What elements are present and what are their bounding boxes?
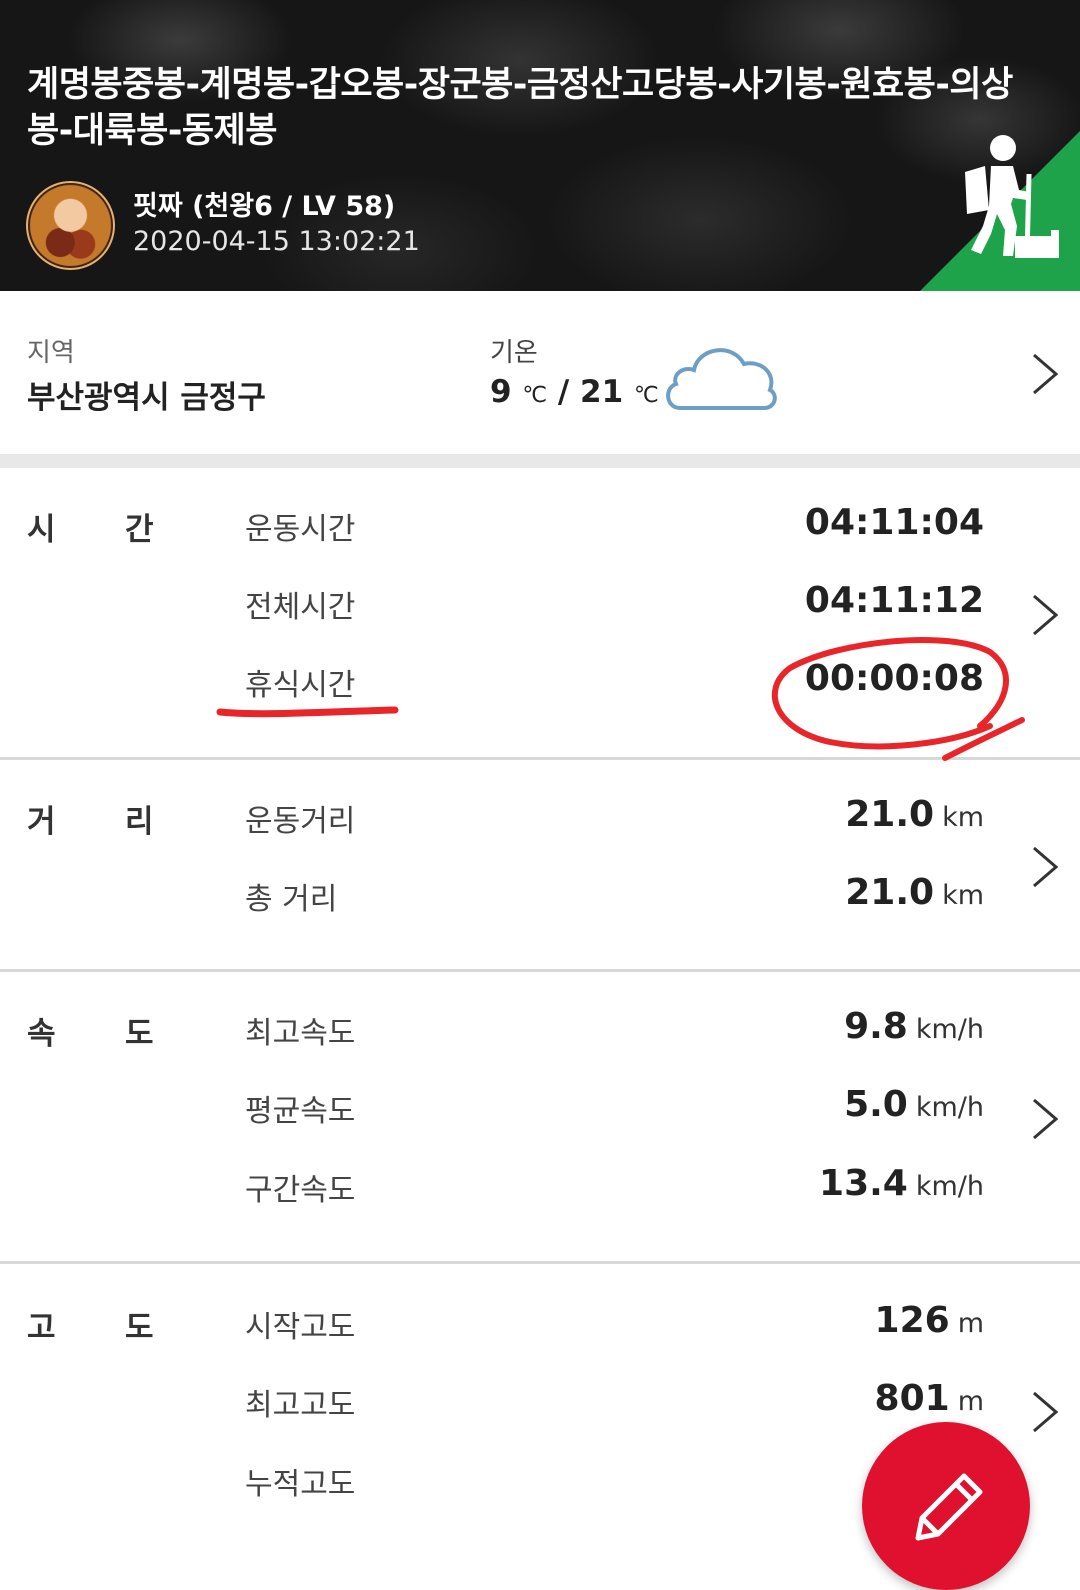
total-distance-number: 21.0: [845, 872, 935, 913]
distance-label-char1: 거: [27, 804, 56, 840]
time-label-char1: 시: [27, 512, 56, 548]
max-speed-number: 9.8: [844, 1006, 908, 1047]
max-speed-label: 최고속도: [245, 1016, 356, 1051]
divider: [0, 757, 1080, 760]
moving-time-label: 운동시간: [245, 512, 356, 547]
max-altitude-value: 801 m: [875, 1378, 984, 1419]
distance-label-char2: 리: [125, 804, 154, 840]
section-separator: [0, 454, 1080, 468]
altitude-label-char2: 도: [125, 1310, 154, 1346]
moving-distance-unit: km: [942, 802, 984, 833]
total-distance-unit: km: [942, 880, 984, 911]
speed-label-char1: 속: [27, 1016, 56, 1052]
activity-header: 계명봉중봉-계명봉-갑오봉-장군봉-금정산고당봉-사기봉-원효봉-의상봉-대륙봉…: [0, 0, 1080, 291]
speed-detail-chevron-icon[interactable]: [1030, 1097, 1060, 1141]
avg-speed-unit: km/h: [915, 1092, 984, 1123]
max-altitude-number: 801: [874, 1378, 950, 1419]
temperature-value: 9 ℃ / 21 ℃: [490, 374, 659, 410]
total-distance-value: 21.0 km: [845, 872, 984, 913]
divider: [0, 969, 1080, 972]
total-time-label: 전체시간: [245, 590, 356, 625]
time-label-char2: 간: [125, 512, 154, 548]
segment-speed-value: 13.4 km/h: [819, 1163, 984, 1204]
avg-speed-number: 5.0: [844, 1084, 908, 1125]
avatar[interactable]: [26, 181, 115, 270]
hiker-icon: [965, 135, 1059, 259]
moving-distance-number: 21.0: [845, 794, 935, 835]
time-detail-chevron-icon[interactable]: [1030, 593, 1060, 637]
pencil-icon: [915, 1473, 983, 1541]
cloud-icon: [666, 348, 777, 410]
max-altitude-label: 최고고도: [245, 1388, 356, 1423]
avg-speed-label: 평균속도: [245, 1094, 356, 1129]
start-altitude-label: 시작고도: [245, 1310, 356, 1345]
temperature-low: 9: [490, 374, 512, 410]
rest-time-label: 휴식시간: [245, 668, 356, 703]
course-title: 계명봉중봉-계명봉-갑오봉-장군봉-금정산고당봉-사기봉-원효봉-의상봉-대륙봉…: [27, 65, 1013, 151]
start-altitude-value: 126 m: [875, 1300, 984, 1341]
temperature-separator: /: [547, 374, 581, 410]
distance-detail-chevron-icon[interactable]: [1030, 845, 1060, 889]
region-value: 부산광역시 금정구: [27, 380, 266, 416]
temperature-unit: ℃: [633, 383, 659, 408]
altitude-label-char1: 고: [27, 1310, 56, 1346]
avg-speed-value: 5.0 km/h: [844, 1084, 984, 1125]
cumulative-altitude-label: 누적고도: [245, 1467, 356, 1502]
altitude-section-label: 고도: [27, 1302, 154, 1347]
max-altitude-unit: m: [957, 1386, 984, 1417]
total-distance-label: 총 거리: [245, 882, 338, 917]
segment-speed-number: 13.4: [819, 1163, 908, 1204]
segment-speed-unit: km/h: [915, 1171, 984, 1202]
segment-speed-label: 구간속도: [245, 1173, 356, 1208]
moving-time-value: 04:11:04: [804, 502, 984, 543]
region-detail-chevron-icon[interactable]: [1030, 352, 1060, 396]
moving-distance-label: 운동거리: [245, 804, 356, 839]
start-altitude-number: 126: [874, 1300, 950, 1341]
divider: [0, 1261, 1080, 1264]
max-speed-value: 9.8 km/h: [844, 1006, 984, 1047]
speed-label-char2: 도: [125, 1016, 154, 1052]
rest-time-value: 00:00:08: [804, 658, 984, 699]
temperature-high: 21: [580, 374, 624, 410]
start-altitude-unit: m: [957, 1308, 984, 1339]
activity-timestamp: 2020-04-15 13:02:21: [133, 226, 420, 257]
distance-section-label: 거리: [27, 796, 154, 841]
edit-button[interactable]: [862, 1422, 1030, 1590]
speed-section-label: 속도: [27, 1008, 154, 1053]
moving-distance-value: 21.0 km: [845, 794, 984, 835]
region-label: 지역: [27, 338, 75, 368]
max-speed-unit: km/h: [915, 1014, 984, 1045]
user-name[interactable]: 핏짜 (천왕6 / LV 58): [133, 184, 395, 223]
temperature-unit: ℃: [522, 383, 548, 408]
temperature-label: 기온: [490, 338, 538, 368]
altitude-detail-chevron-icon[interactable]: [1030, 1390, 1060, 1434]
time-section-label: 시간: [27, 504, 154, 549]
total-time-value: 04:11:12: [804, 580, 984, 621]
